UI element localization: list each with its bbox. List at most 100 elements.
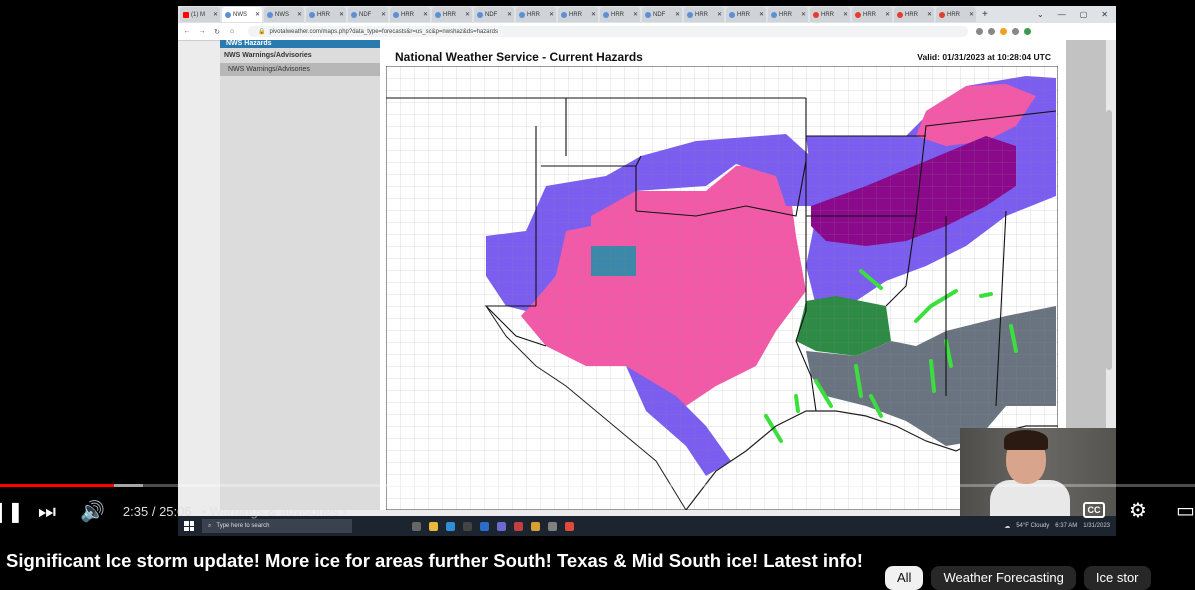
home-icon[interactable]: ⌂: [226, 28, 238, 35]
tab-label: HRR: [611, 11, 624, 18]
star-icon[interactable]: [988, 28, 995, 35]
maximize-icon[interactable]: ▢: [1080, 10, 1088, 19]
tab-close-icon[interactable]: ✕: [969, 11, 976, 18]
current-time: 2:35: [122, 503, 149, 519]
tab-close-icon[interactable]: ✕: [717, 11, 724, 18]
browser-tab[interactable]: HRR ✕: [516, 7, 556, 22]
tab-favicon: [603, 11, 609, 18]
tab-favicon: [309, 11, 315, 18]
browser-tab[interactable]: HRR ✕: [684, 7, 724, 22]
tab-close-icon[interactable]: ✕: [885, 11, 892, 18]
tab-favicon: [771, 11, 777, 18]
reload-icon[interactable]: ↻: [211, 28, 223, 36]
browser-tab-bar: (1) M ✕ NWS ✕ NWS ✕ HRR ✕ NDF ✕ HRR ✕ HRR ✕ NDF…: [178, 6, 1116, 23]
progress-bar[interactable]: [0, 484, 1195, 487]
tab-label: HRR: [443, 11, 456, 18]
browser-tab[interactable]: NDF ✕: [474, 7, 514, 22]
miniplayer-icon[interactable]: ▭: [1176, 498, 1195, 522]
tab-close-icon[interactable]: ✕: [423, 11, 430, 18]
captions-button[interactable]: CC: [1083, 502, 1105, 518]
browser-tab[interactable]: HRR ✕: [600, 7, 640, 22]
browser-tab[interactable]: HRR ✕: [768, 7, 808, 22]
new-tab-button[interactable]: +: [982, 9, 988, 20]
browser-tab[interactable]: NDF ✕: [348, 7, 388, 22]
browser-tab[interactable]: HRR ✕: [894, 7, 934, 22]
next-icon[interactable]: ⏭: [38, 499, 56, 523]
tab-favicon: [561, 11, 567, 18]
extension-icon[interactable]: [1000, 28, 1007, 35]
tab-label: HRR: [401, 11, 414, 18]
puzzle-icon[interactable]: [1012, 28, 1019, 35]
browser-tab[interactable]: NWS ✕: [222, 7, 262, 22]
volume-icon[interactable]: 🔊: [80, 499, 105, 523]
tab-close-icon[interactable]: ✕: [465, 11, 472, 18]
tab-search-icon[interactable]: ⌄: [1037, 10, 1044, 19]
pause-icon[interactable]: ❚❚: [0, 499, 24, 523]
lock-icon: 🔒: [258, 29, 266, 35]
tab-close-icon[interactable]: ✕: [801, 11, 808, 18]
tab-label: HRR: [905, 11, 918, 18]
tab-label: NWS: [275, 11, 289, 18]
browser-tab[interactable]: NWS ✕: [264, 7, 304, 22]
tab-close-icon[interactable]: ✕: [591, 11, 598, 18]
sidebar-header: NWS Hazards: [220, 40, 380, 48]
settings-icon[interactable]: ⚙: [1129, 498, 1147, 522]
close-icon[interactable]: ✕: [1101, 10, 1108, 19]
tab-close-icon[interactable]: ✕: [843, 11, 850, 18]
browser-tab[interactable]: HRR ✕: [390, 7, 430, 22]
tab-close-icon[interactable]: ✕: [255, 11, 262, 18]
map-title: National Weather Service - Current Hazar…: [395, 50, 643, 64]
browser-tab[interactable]: HRR ✕: [558, 7, 598, 22]
tab-close-icon[interactable]: ✕: [213, 11, 220, 18]
tab-label: HRR: [317, 11, 330, 18]
profile-icon[interactable]: [1024, 28, 1031, 35]
tab-favicon: [477, 11, 483, 18]
share-icon[interactable]: [976, 28, 983, 35]
browser-tab[interactable]: (1) M ✕: [180, 7, 220, 22]
back-icon[interactable]: ←: [181, 28, 193, 35]
tab-label: HRR: [779, 11, 792, 18]
tab-label: HRR: [863, 11, 876, 18]
tab-favicon: [855, 11, 861, 18]
tab-close-icon[interactable]: ✕: [549, 11, 556, 18]
minimize-icon[interactable]: —: [1058, 10, 1066, 19]
browser-tab[interactable]: HRR ✕: [432, 7, 472, 22]
tab-close-icon[interactable]: ✕: [675, 11, 682, 18]
tab-close-icon[interactable]: ✕: [339, 11, 346, 18]
tab-close-icon[interactable]: ✕: [381, 11, 388, 18]
scrollbar-thumb[interactable]: [1106, 110, 1112, 370]
browser-tab[interactable]: HRR ✕: [852, 7, 892, 22]
browser-tab[interactable]: HRR ✕: [306, 7, 346, 22]
played-bar: [0, 484, 114, 487]
tab-label: NWS: [233, 11, 247, 18]
url-field[interactable]: 🔒 pivotalweather.com/maps.php?data_type=f…: [248, 26, 968, 37]
recommendation-chips: All Weather Forecasting Ice stor: [885, 566, 1151, 590]
tab-close-icon[interactable]: ✕: [927, 11, 934, 18]
tab-label: HRR: [569, 11, 582, 18]
tab-label: HRR: [737, 11, 750, 18]
filter-chip[interactable]: Weather Forecasting: [931, 566, 1076, 590]
tab-favicon: [645, 11, 651, 18]
filter-chip[interactable]: Ice stor: [1083, 566, 1151, 590]
tab-label: HRR: [947, 11, 960, 18]
browser-tab[interactable]: HRR ✕: [810, 7, 850, 22]
tab-close-icon[interactable]: ✕: [297, 11, 304, 18]
presenter-hair: [1004, 430, 1048, 450]
tab-close-icon[interactable]: ✕: [759, 11, 766, 18]
tab-favicon: [519, 11, 525, 18]
sidebar-section-warnings[interactable]: NWS Warnings/Advisories: [220, 48, 380, 63]
filter-chip[interactable]: All: [885, 566, 924, 590]
video-player[interactable]: (1) M ✕ NWS ✕ NWS ✕ HRR ✕ NDF ✕ HRR ✕ HRR ✕ NDF…: [0, 0, 1195, 536]
hazard-map[interactable]: [386, 66, 1058, 510]
browser-tab[interactable]: HRR ✕: [936, 7, 976, 22]
tab-favicon: [393, 11, 399, 18]
chapter-title[interactable]: • Warnings & advisories ›: [202, 504, 347, 519]
tab-favicon: [435, 11, 441, 18]
sidebar-item-warnings-selected[interactable]: NWS Warnings/Advisories: [220, 63, 380, 76]
tab-close-icon[interactable]: ✕: [507, 11, 514, 18]
browser-tab[interactable]: HRR ✕: [726, 7, 766, 22]
forward-icon[interactable]: →: [196, 28, 208, 35]
tab-close-icon[interactable]: ✕: [633, 11, 640, 18]
browser-tab[interactable]: NDF ✕: [642, 7, 682, 22]
tab-favicon: [729, 11, 735, 18]
